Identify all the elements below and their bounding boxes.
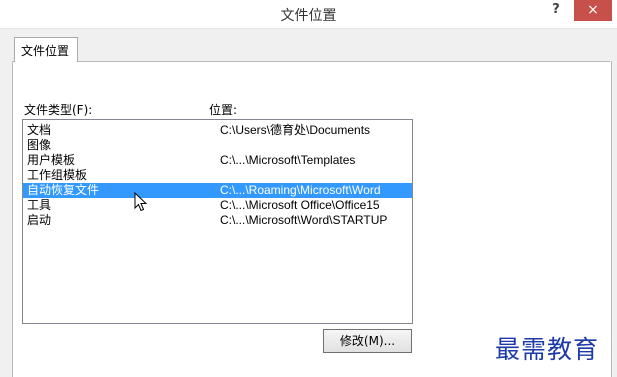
file-types-label: 文件类型(F):	[24, 103, 93, 117]
location-label: 位置:	[209, 103, 238, 117]
item-path: C:\...\Microsoft\Word\STARTUP	[220, 213, 388, 227]
item-name: 工具	[27, 198, 52, 212]
list-item[interactable]: 图像	[23, 138, 412, 153]
item-name: 文档	[27, 123, 52, 137]
item-name: 用户模板	[27, 153, 76, 167]
mouse-pointer-icon	[134, 192, 148, 212]
item-path: C:\...\Microsoft\Templates	[220, 153, 356, 167]
item-path: C:\...\Microsoft Office\Office15	[220, 198, 380, 212]
file-locations-list[interactable]: 文档 C:\Users\德育处\Documents 图像 用户模板 C:\...…	[22, 119, 413, 324]
watermark-text: 最需教育	[495, 335, 600, 364]
tab-label: 文件位置	[21, 44, 70, 58]
tab-file-locations[interactable]: 文件位置	[14, 37, 78, 62]
modify-button[interactable]: 修改(M)...	[323, 329, 412, 353]
item-name: 自动恢复文件	[27, 183, 100, 197]
list-item[interactable]: 工作组模板	[23, 168, 412, 183]
item-path: C:\Users\德育处\Documents	[220, 123, 371, 137]
title-bar: 文件位置 ? ×	[0, 0, 617, 29]
list-item[interactable]: 工具 C:\...\Microsoft Office\Office15	[23, 198, 412, 213]
help-button[interactable]: ?	[543, 2, 569, 22]
tab-strip-divider	[12, 61, 610, 62]
list-item[interactable]: 文档 C:\Users\德育处\Documents	[23, 123, 412, 138]
window-title: 文件位置	[280, 8, 337, 24]
item-path: C:\...\Roaming\Microsoft\Word	[220, 183, 381, 197]
list-item[interactable]: 启动 C:\...\Microsoft\Word\STARTUP	[23, 213, 412, 228]
close-button[interactable]: ×	[574, 0, 612, 21]
item-name: 图像	[27, 138, 52, 152]
item-name: 启动	[27, 213, 52, 227]
list-item[interactable]: 用户模板 C:\...\Microsoft\Templates	[23, 153, 412, 168]
item-name: 工作组模板	[27, 168, 88, 182]
list-item-selected[interactable]: 自动恢复文件 C:\...\Roaming\Microsoft\Word	[23, 183, 412, 198]
